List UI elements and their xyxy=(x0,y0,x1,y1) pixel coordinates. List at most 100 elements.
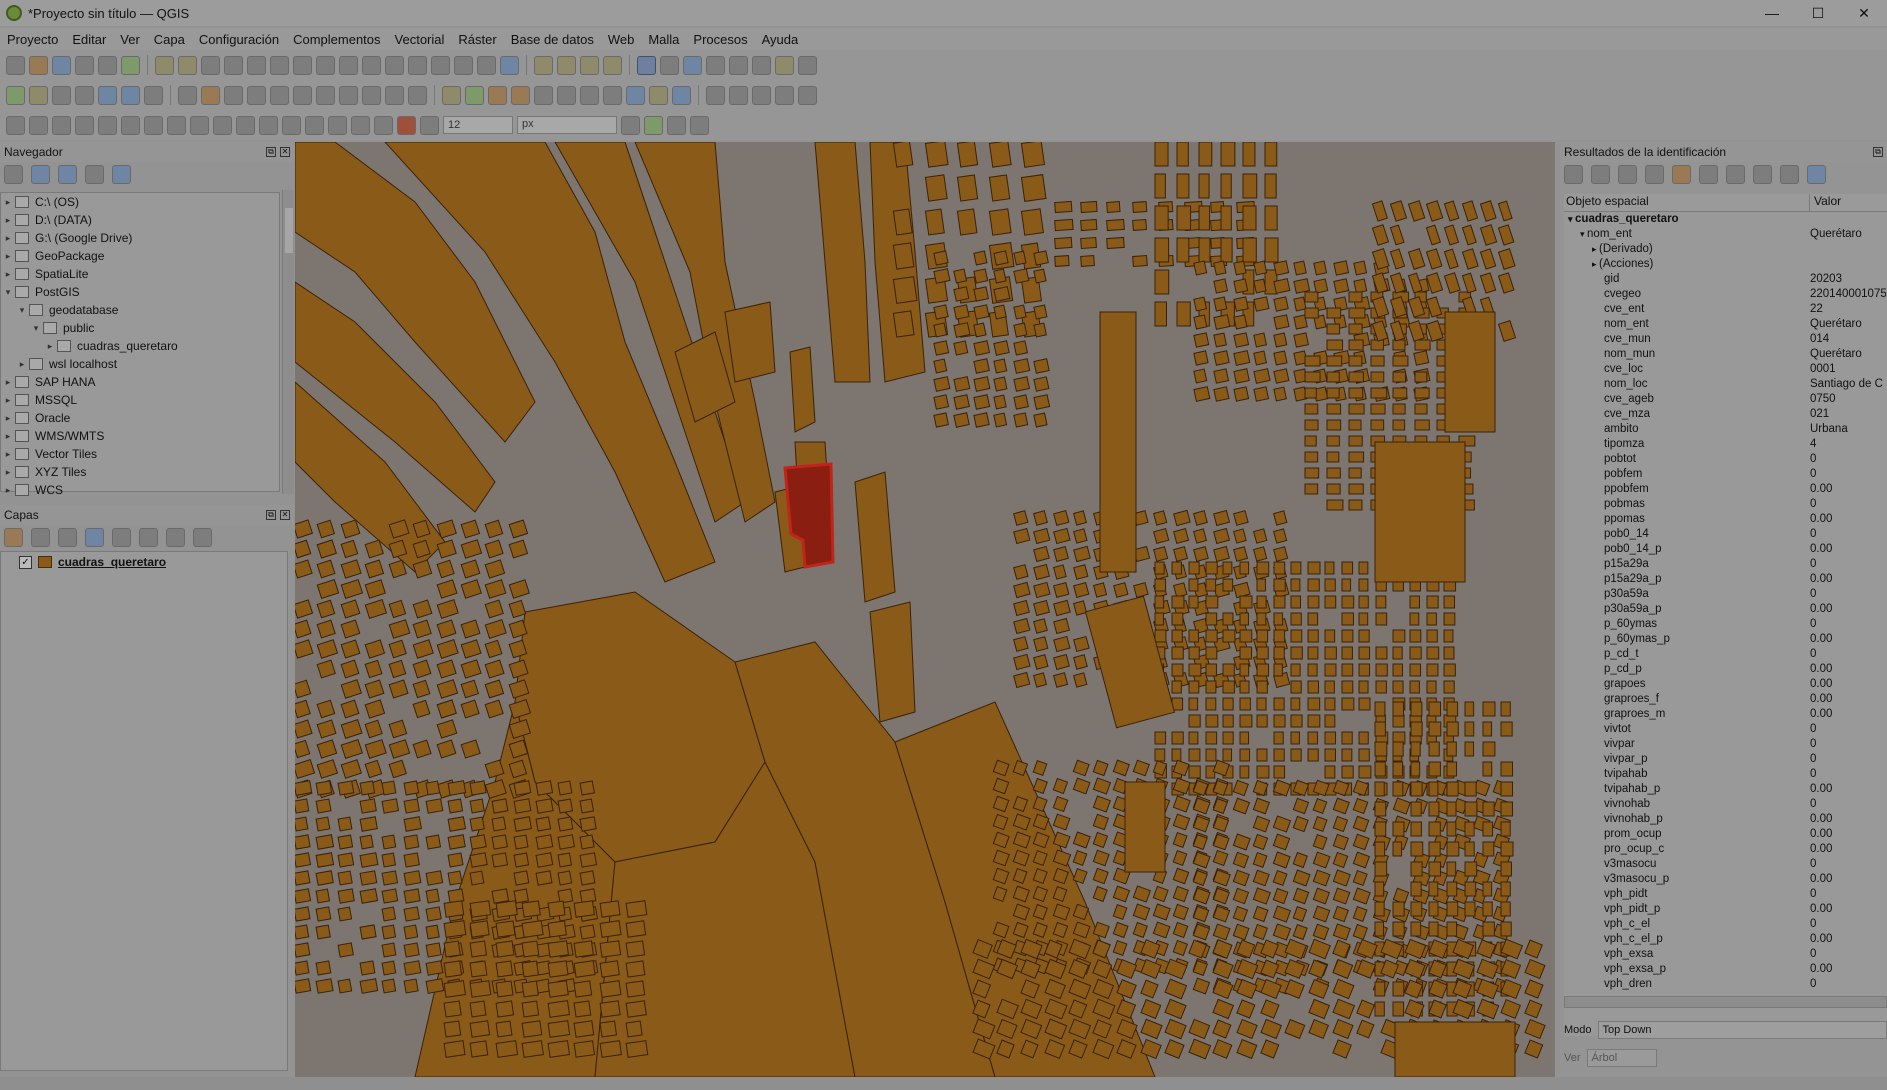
city-block[interactable] xyxy=(1172,850,1188,866)
merge-attributes-icon[interactable] xyxy=(305,115,324,135)
expand-arrow-icon[interactable]: ▸ xyxy=(1,485,15,496)
city-block[interactable] xyxy=(1013,636,1029,652)
city-block[interactable] xyxy=(1273,350,1288,366)
city-block[interactable] xyxy=(953,304,970,320)
remove-layer-icon[interactable] xyxy=(193,527,212,547)
city-block[interactable] xyxy=(579,924,596,940)
city-block[interactable] xyxy=(1053,617,1071,635)
city-block[interactable] xyxy=(1290,561,1302,575)
city-block[interactable] xyxy=(1198,173,1210,199)
city-block[interactable] xyxy=(1307,612,1319,626)
city-block[interactable] xyxy=(295,924,310,940)
city-block[interactable] xyxy=(1332,923,1351,941)
browser-item[interactable]: ▸ D:\ (DATA) xyxy=(1,211,279,229)
identify-row[interactable]: vivpar 0 xyxy=(1564,737,1887,752)
city-block[interactable] xyxy=(1358,561,1369,575)
city-block[interactable] xyxy=(1410,741,1421,757)
city-block[interactable] xyxy=(316,619,336,639)
city-block[interactable] xyxy=(1352,887,1371,905)
city-block[interactable] xyxy=(1256,646,1269,660)
large-block[interactable] xyxy=(1394,1021,1516,1077)
city-block[interactable] xyxy=(316,699,336,719)
city-block[interactable] xyxy=(1253,278,1267,294)
expand-new-icon[interactable] xyxy=(1591,164,1610,184)
city-block[interactable] xyxy=(625,940,646,958)
city-block[interactable] xyxy=(579,834,595,850)
city-block[interactable] xyxy=(1052,777,1069,795)
city-block[interactable] xyxy=(1256,578,1266,592)
city-block[interactable] xyxy=(1307,714,1321,728)
city-block[interactable] xyxy=(1392,921,1405,937)
city-block[interactable] xyxy=(340,599,361,619)
city-block[interactable] xyxy=(436,659,457,679)
city-block[interactable] xyxy=(1446,761,1458,777)
city-block[interactable] xyxy=(295,719,313,739)
city-block[interactable] xyxy=(1482,881,1493,897)
city-block[interactable] xyxy=(364,759,383,779)
city-block[interactable] xyxy=(1273,546,1289,562)
city-block[interactable] xyxy=(412,619,432,639)
new-mesh-icon[interactable] xyxy=(144,85,163,105)
city-block[interactable] xyxy=(1479,248,1497,270)
city-block[interactable] xyxy=(412,679,431,699)
city-block[interactable] xyxy=(1273,528,1288,544)
city-block[interactable] xyxy=(953,268,968,284)
city-block[interactable] xyxy=(1464,821,1475,837)
city-block[interactable] xyxy=(403,888,421,904)
city-block[interactable] xyxy=(1272,905,1292,923)
identify-row[interactable]: cve_mza 021 xyxy=(1564,407,1887,422)
city-block[interactable] xyxy=(1524,999,1543,1019)
city-block[interactable] xyxy=(1370,403,1386,415)
city-block[interactable] xyxy=(1358,765,1372,779)
city-block[interactable] xyxy=(469,852,488,868)
city-block[interactable] xyxy=(1171,595,1185,609)
city-block[interactable] xyxy=(1013,581,1031,599)
city-block[interactable] xyxy=(1092,795,1111,813)
city-block[interactable] xyxy=(1173,582,1188,598)
topological-editing-icon[interactable] xyxy=(644,115,663,135)
zoom-full-icon[interactable] xyxy=(247,55,266,75)
city-block[interactable] xyxy=(993,250,1009,266)
city-block[interactable] xyxy=(1220,173,1232,199)
city-block[interactable] xyxy=(1188,714,1201,728)
city-block[interactable] xyxy=(1413,350,1430,366)
zoom-native-icon[interactable] xyxy=(316,55,335,75)
city-block[interactable] xyxy=(993,376,1008,392)
city-block[interactable] xyxy=(1443,200,1460,222)
identify-row[interactable]: cve_mun 014 xyxy=(1564,332,1887,347)
city-block[interactable] xyxy=(340,659,360,679)
city-block[interactable] xyxy=(1464,901,1476,917)
city-block[interactable] xyxy=(1326,419,1342,431)
city-block[interactable] xyxy=(337,888,355,904)
city-block[interactable] xyxy=(484,679,505,699)
city-block[interactable] xyxy=(1260,1018,1283,1040)
city-block[interactable] xyxy=(1324,748,1336,762)
identify-horizontal-scrollbar[interactable] xyxy=(1564,996,1887,1008)
menu-ver[interactable]: Ver xyxy=(113,32,147,47)
city-block[interactable] xyxy=(1370,419,1385,431)
value-column-header[interactable]: Valor xyxy=(1810,194,1841,211)
city-block[interactable] xyxy=(1371,200,1389,222)
city-block[interactable] xyxy=(1213,350,1230,366)
city-block[interactable] xyxy=(1033,636,1049,652)
city-block[interactable] xyxy=(1154,748,1166,762)
city-block[interactable] xyxy=(1446,861,1457,877)
city-block[interactable] xyxy=(1198,237,1211,263)
style-manager-icon[interactable] xyxy=(121,55,140,75)
city-block[interactable] xyxy=(1192,977,1211,995)
city-block[interactable] xyxy=(1392,714,1405,728)
snapping-toggle-icon[interactable] xyxy=(420,115,439,135)
city-block[interactable] xyxy=(1252,815,1271,833)
city-block[interactable] xyxy=(1054,236,1073,250)
city-block[interactable] xyxy=(1213,527,1231,545)
city-block[interactable] xyxy=(359,816,378,832)
city-block[interactable] xyxy=(1233,510,1249,526)
city-block[interactable] xyxy=(1236,1018,1258,1040)
city-block[interactable] xyxy=(1132,201,1148,213)
identify-row[interactable]: prom_ocup 0.00 xyxy=(1564,827,1887,842)
city-block[interactable] xyxy=(521,920,544,938)
tree-arrow-icon[interactable]: ▾ xyxy=(1580,229,1587,239)
city-block[interactable] xyxy=(1326,355,1343,367)
city-block[interactable] xyxy=(484,579,507,599)
city-block[interactable] xyxy=(1253,546,1268,562)
